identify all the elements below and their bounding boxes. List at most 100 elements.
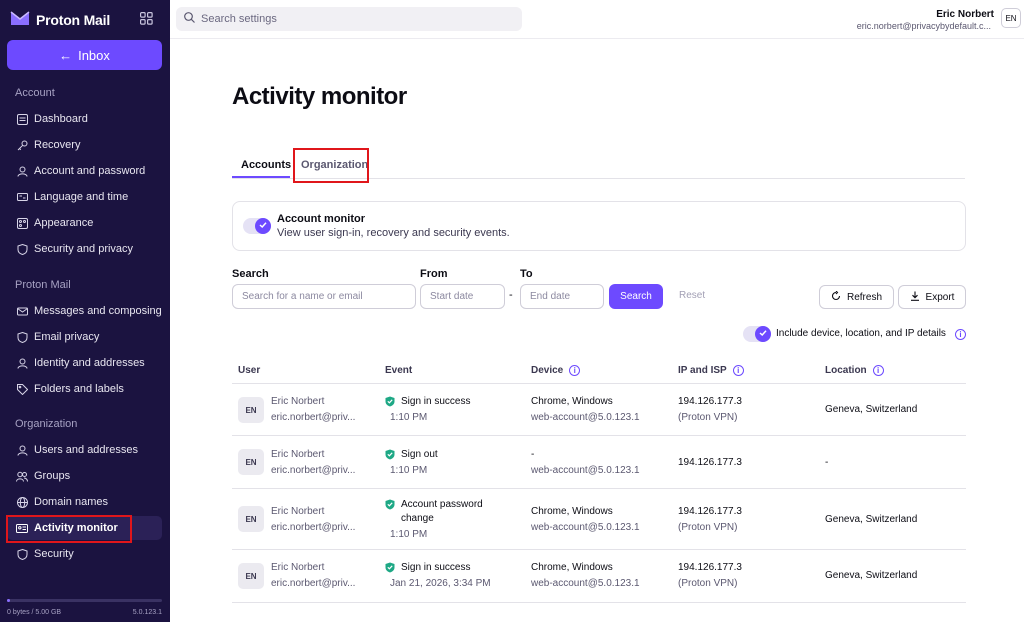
download-icon bbox=[910, 291, 920, 304]
sidebar-item-label: Account and password bbox=[34, 165, 146, 177]
user-icon bbox=[16, 444, 28, 456]
event-cell: Account password bbox=[401, 499, 483, 510]
sidebar-item-security[interactable]: Security bbox=[7, 542, 162, 566]
sidebar-item-folders-labels[interactable]: Folders and labels bbox=[7, 377, 162, 401]
palette-icon bbox=[16, 217, 28, 229]
event-time-cell: Jan 21, 2026, 3:34 PM bbox=[390, 578, 491, 589]
from-label: From bbox=[420, 268, 448, 280]
sidebar-item-label: Security bbox=[34, 548, 74, 560]
section-organization: Organization bbox=[15, 418, 78, 430]
sidebar-item-identity-addresses[interactable]: Identity and addresses bbox=[7, 351, 162, 375]
arrow-left-icon: ← bbox=[59, 47, 73, 63]
app-version-cell: web-account@5.0.123.1 bbox=[531, 412, 640, 423]
section-account: Account bbox=[15, 87, 55, 99]
user-name-cell: Eric Norbert bbox=[271, 562, 325, 573]
app-version: 5.0.123.1 bbox=[132, 609, 162, 616]
info-icon[interactable]: i bbox=[872, 365, 884, 376]
ip-cell: 194.126.177.3 bbox=[678, 562, 742, 573]
user-search-input[interactable]: Search for a name or email bbox=[232, 284, 416, 309]
tab-accounts[interactable]: Accounts bbox=[241, 159, 291, 171]
user-email-cell: eric.norbert@priv... bbox=[271, 578, 356, 589]
sidebar-item-label: Language and time bbox=[34, 191, 129, 203]
refresh-label: Refresh bbox=[846, 291, 882, 303]
storage-usage: 0 bytes / 5.00 GB bbox=[7, 609, 62, 616]
export-button[interactable]: Export bbox=[898, 285, 966, 309]
language-icon bbox=[16, 191, 28, 203]
sidebar-item-email-privacy[interactable]: Email privacy bbox=[7, 325, 162, 349]
language-selector[interactable]: EN bbox=[1001, 8, 1021, 28]
sidebar-item-domain-names[interactable]: Domain names bbox=[7, 490, 162, 514]
export-label: Export bbox=[925, 291, 955, 303]
reset-button[interactable]: Reset bbox=[679, 290, 705, 301]
checkmark-icon bbox=[759, 328, 767, 340]
info-icon[interactable]: i bbox=[569, 365, 581, 376]
user-email-cell: eric.norbert@priv... bbox=[271, 522, 356, 533]
search-icon bbox=[184, 12, 195, 26]
success-check-icon bbox=[385, 562, 395, 573]
section-protonmail: Proton Mail bbox=[15, 279, 71, 291]
proton-logo-icon bbox=[10, 10, 30, 29]
date-range-dash: - bbox=[509, 289, 513, 301]
sidebar-item-groups[interactable]: Groups bbox=[7, 464, 162, 488]
sidebar-item-account-password[interactable]: Account and password bbox=[7, 159, 162, 183]
include-details-toggle[interactable] bbox=[743, 326, 771, 342]
sidebar-item-language-time[interactable]: Language and time bbox=[7, 185, 162, 209]
settings-search-input[interactable]: Search settings bbox=[176, 7, 522, 31]
info-icon[interactable]: i bbox=[955, 329, 966, 340]
shield-icon bbox=[16, 548, 28, 560]
column-header-label: IP and ISP bbox=[678, 365, 727, 376]
search-button[interactable]: Search bbox=[609, 284, 663, 309]
sidebar-item-label: Folders and labels bbox=[34, 383, 124, 395]
sidebar-item-label: Appearance bbox=[34, 217, 94, 229]
checkmark-icon bbox=[259, 220, 267, 232]
search-label: Search bbox=[232, 268, 269, 280]
include-details-label: Include device, location, and IP details bbox=[776, 328, 946, 339]
info-icon[interactable]: i bbox=[732, 365, 744, 376]
sidebar-item-messages-composing[interactable]: Messages and composing bbox=[7, 299, 162, 323]
column-header-label: Location bbox=[825, 365, 867, 376]
start-date-input[interactable]: Start date bbox=[420, 284, 505, 309]
storage-progress-fill bbox=[7, 599, 11, 602]
app-grid-icon[interactable] bbox=[140, 12, 153, 28]
end-date-input[interactable]: End date bbox=[520, 284, 604, 309]
sidebar-item-users-addresses[interactable]: Users and addresses bbox=[7, 438, 162, 462]
start-date-placeholder: Start date bbox=[430, 291, 474, 302]
avatar: EN bbox=[238, 397, 264, 423]
sidebar-item-label: Domain names bbox=[34, 496, 108, 508]
column-header-event: Event bbox=[385, 365, 412, 376]
event-time-cell: 1:10 PM bbox=[390, 412, 428, 423]
user-name-cell: Eric Norbert bbox=[271, 449, 325, 460]
brand[interactable]: Proton Mail bbox=[10, 10, 110, 29]
isp-cell: (Proton VPN) bbox=[678, 412, 738, 423]
column-header-user: User bbox=[238, 365, 260, 376]
account-monitor-toggle[interactable] bbox=[243, 218, 271, 234]
table-row-divider bbox=[232, 602, 966, 603]
sidebar-item-dashboard[interactable]: Dashboard bbox=[7, 107, 162, 131]
storage-progress-bar bbox=[7, 599, 162, 602]
sidebar-item-recovery[interactable]: Recovery bbox=[7, 133, 162, 157]
event-cell: Sign in success bbox=[401, 396, 471, 407]
location-cell: Geneva, Switzerland bbox=[825, 570, 918, 581]
device-cell: - bbox=[531, 449, 535, 460]
avatar: EN bbox=[238, 449, 264, 475]
location-cell: - bbox=[825, 457, 829, 468]
user-search-placeholder: Search for a name or email bbox=[242, 291, 363, 302]
sidebar-item-appearance[interactable]: Appearance bbox=[7, 211, 162, 235]
event-time-cell: 1:10 PM bbox=[390, 529, 428, 540]
avatar: EN bbox=[238, 563, 264, 589]
tag-icon bbox=[16, 383, 28, 395]
column-header-label: Event bbox=[385, 365, 413, 376]
refresh-button[interactable]: Refresh bbox=[819, 285, 894, 309]
sidebar-item-security-privacy[interactable]: Security and privacy bbox=[7, 237, 162, 261]
brand-name: Proton Mail bbox=[36, 11, 111, 28]
column-header-device: Device i bbox=[531, 365, 581, 376]
back-to-inbox-button[interactable]: ← Inbox bbox=[7, 40, 162, 70]
topbar-divider bbox=[170, 38, 1024, 39]
user-email[interactable]: eric.norbert@privacybydefault.c... bbox=[857, 21, 991, 31]
user-name[interactable]: Eric Norbert bbox=[936, 9, 994, 20]
sidebar-item-label: Recovery bbox=[34, 139, 81, 151]
highlight-activity-monitor bbox=[6, 515, 132, 543]
ip-cell: 194.126.177.3 bbox=[678, 506, 742, 517]
isp-cell: (Proton VPN) bbox=[678, 522, 738, 533]
key-icon bbox=[16, 139, 28, 151]
